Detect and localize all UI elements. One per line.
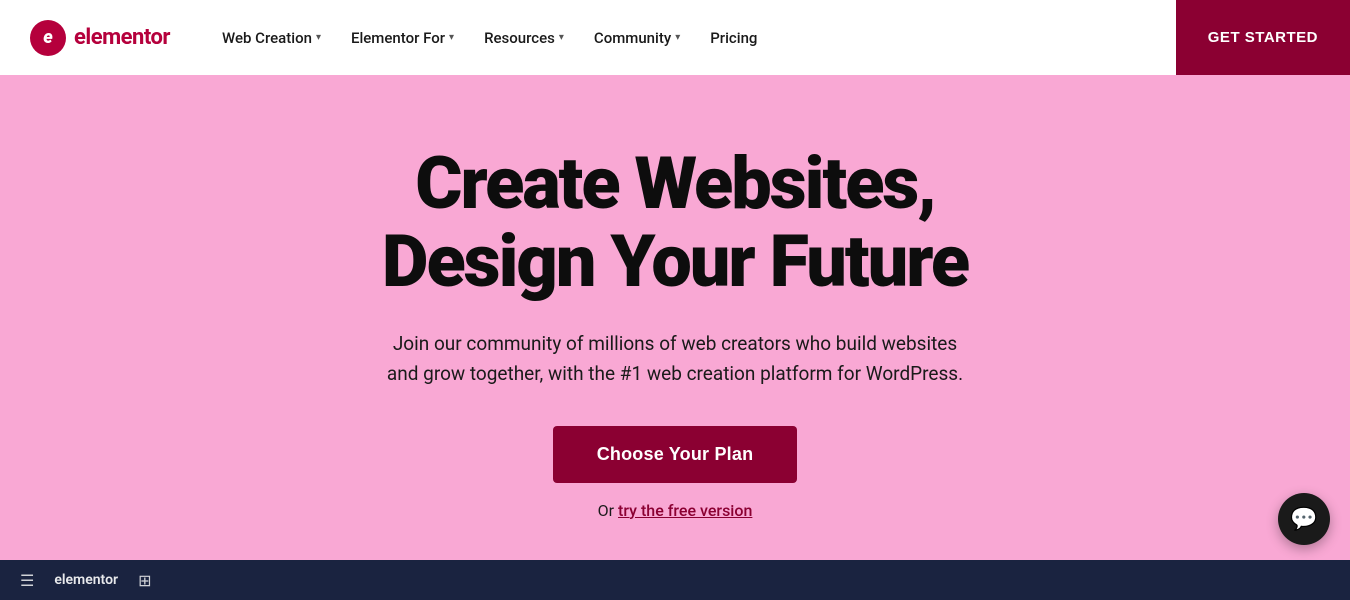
logo-icon: e <box>30 20 66 56</box>
chevron-down-icon: ▾ <box>559 32 564 43</box>
nav-item-resources[interactable]: Resources ▾ <box>472 21 576 55</box>
logo[interactable]: e elementor <box>30 20 170 56</box>
chat-icon: 💬 <box>1290 507 1317 532</box>
free-version-text: Or try the free version <box>598 501 753 520</box>
nav-item-web-creation[interactable]: Web Creation ▾ <box>210 21 333 55</box>
chat-widget[interactable]: 💬 <box>1278 493 1330 545</box>
logo-name: elementor <box>74 25 170 50</box>
nav-menu: Web Creation ▾ Elementor For ▾ Resources… <box>210 21 1274 55</box>
nav-item-elementor-for[interactable]: Elementor For ▾ <box>339 21 466 55</box>
get-started-button[interactable]: GET STARTED <box>1176 0 1350 75</box>
chevron-down-icon: ▾ <box>316 32 321 43</box>
bottom-logo: elementor <box>54 572 118 588</box>
hero-section: Create Websites, Design Your Future Join… <box>0 75 1350 560</box>
grid-icon: ⊞ <box>138 571 151 590</box>
choose-plan-button[interactable]: Choose Your Plan <box>553 426 798 483</box>
nav-item-pricing[interactable]: Pricing <box>698 21 769 55</box>
menu-icon: ☰ <box>20 571 34 590</box>
bottom-bar: ☰ elementor ⊞ <box>0 560 1350 600</box>
hero-subtitle: Join our community of millions of web cr… <box>387 329 963 390</box>
chevron-down-icon: ▾ <box>449 32 454 43</box>
free-version-link[interactable]: try the free version <box>618 501 752 520</box>
nav-item-community[interactable]: Community ▾ <box>582 21 692 55</box>
hero-title: Create Websites, Design Your Future <box>382 145 968 301</box>
navbar-actions: LOGIN GET STARTED <box>1274 29 1320 47</box>
chevron-down-icon: ▾ <box>675 32 680 43</box>
navbar: e elementor Web Creation ▾ Elementor For… <box>0 0 1350 75</box>
